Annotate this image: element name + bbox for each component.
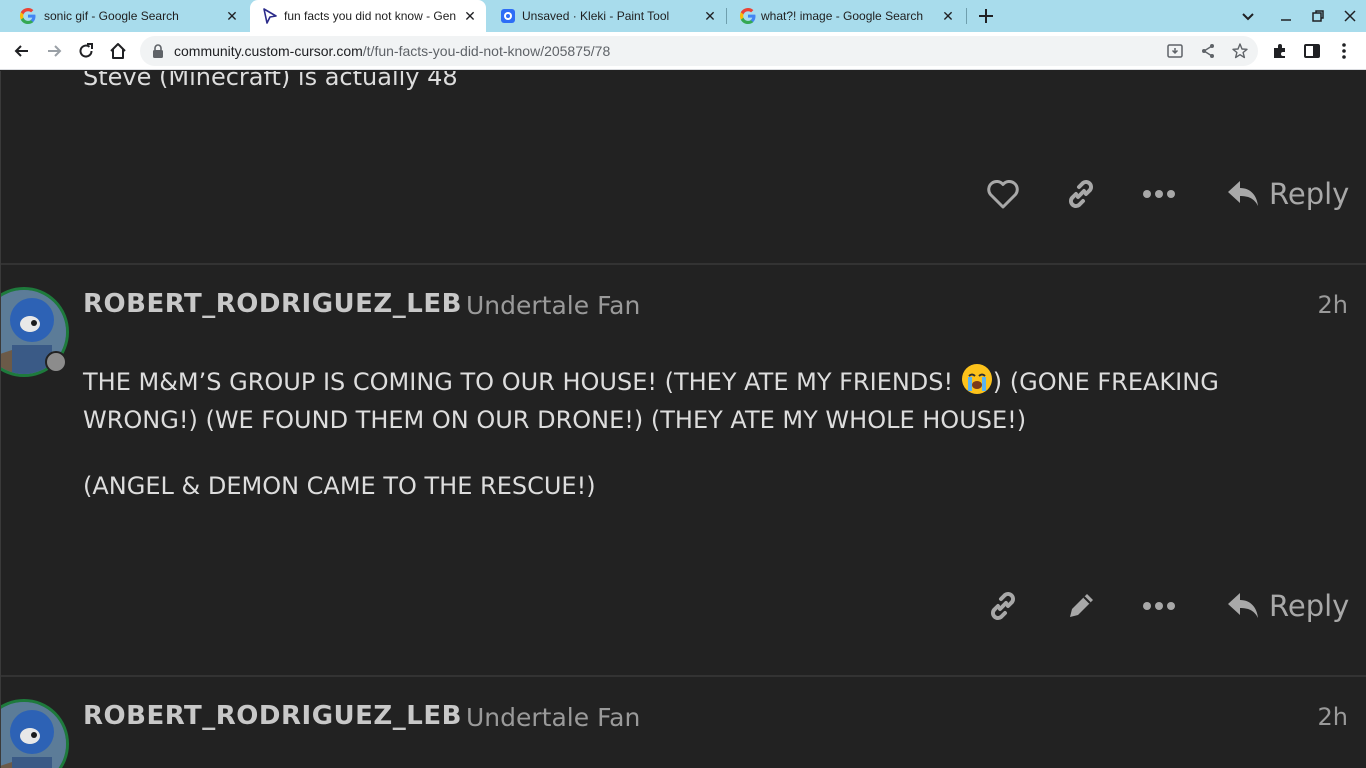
tab-sonic-gif[interactable]: sonic gif - Google Search ✕ (8, 0, 248, 32)
reply-button[interactable]: Reply (1227, 582, 1349, 630)
url-path: /t/fun-facts-you-did-not-know/205875/78 (362, 43, 611, 59)
post-username[interactable]: ROBERT_RODRIGUEZ_LEB (83, 701, 462, 731)
google-icon (740, 8, 756, 24)
reply-button[interactable]: Reply (1227, 170, 1349, 218)
tab-fun-facts[interactable]: fun facts you did not know - Gen ✕ (250, 0, 486, 32)
forward-icon[interactable] (44, 41, 64, 61)
lock-icon[interactable] (152, 44, 164, 58)
copy-link-button[interactable] (979, 582, 1027, 630)
share-icon[interactable] (1199, 42, 1217, 60)
post-date[interactable]: 2h (1318, 703, 1348, 731)
google-icon (20, 8, 36, 24)
more-actions-button[interactable] (1135, 582, 1183, 630)
close-icon[interactable]: ✕ (462, 8, 478, 24)
post-paragraph: THE M&M’S GROUP IS COMING TO OUR HOUSE! … (83, 363, 1313, 439)
tab-title: Unsaved · Kleki - Paint Tool (522, 9, 670, 23)
avatar[interactable] (1, 699, 69, 768)
new-tab-icon[interactable] (976, 6, 996, 26)
browser-toolbar: community.custom-cursor.com/t/fun-facts-… (0, 32, 1366, 70)
home-icon[interactable] (108, 41, 128, 61)
restore-icon[interactable] (1308, 6, 1328, 26)
link-icon (991, 592, 1015, 620)
page-content: Steve (Minecraft) is actually 48 Reply R… (0, 71, 1366, 768)
tab-kleki[interactable]: Unsaved · Kleki - Paint Tool ✕ (488, 0, 724, 32)
tab-separator (966, 8, 967, 24)
close-icon[interactable]: ✕ (224, 8, 240, 24)
heart-icon (987, 180, 1019, 209)
back-icon[interactable] (12, 41, 32, 61)
avatar-image (1, 702, 66, 768)
tab-what-image[interactable]: what?! image - Google Search ✕ (728, 0, 964, 32)
tab-title: fun facts you did not know - Gen (284, 9, 456, 23)
post-text: THE M&M’S GROUP IS COMING TO OUR HOUSE! … (83, 368, 961, 396)
close-icon[interactable]: ✕ (940, 8, 956, 24)
address-bar[interactable]: community.custom-cursor.com/t/fun-facts-… (140, 36, 1258, 66)
kleki-icon (501, 9, 515, 23)
post-user-title: Undertale Fan (466, 703, 641, 732)
previous-post-text: Steve (Minecraft) is actually 48 (83, 71, 458, 91)
bookmark-star-icon[interactable] (1231, 42, 1249, 60)
post-paragraph: (ANGEL & DEMON CAME TO THE RESCUE!) (83, 472, 596, 500)
previous-post-actions: Reply (979, 170, 1359, 218)
more-actions-button[interactable] (1135, 170, 1183, 218)
post-user-title: Undertale Fan (466, 291, 641, 320)
url-text[interactable]: community.custom-cursor.com/t/fun-facts-… (174, 43, 610, 59)
tab-separator (726, 8, 727, 24)
like-button[interactable] (979, 170, 1027, 218)
url-host: community.custom-cursor.com (174, 43, 363, 59)
reply-label: Reply (1269, 177, 1350, 211)
install-app-icon[interactable] (1166, 42, 1184, 60)
tab-title: sonic gif - Google Search (44, 9, 179, 23)
copy-link-button[interactable] (1057, 170, 1105, 218)
loudly-crying-face-emoji (961, 364, 992, 394)
tab-strip: sonic gif - Google Search ✕ fun facts yo… (0, 0, 1366, 32)
post-username[interactable]: ROBERT_RODRIGUEZ_LEB (83, 289, 462, 319)
reply-arrow-icon (1228, 593, 1258, 618)
close-icon[interactable]: ✕ (702, 8, 718, 24)
side-panel-icon[interactable] (1302, 41, 1322, 61)
flair-badge (45, 351, 67, 373)
close-window-icon[interactable] (1340, 6, 1360, 26)
reply-arrow-icon (1228, 181, 1258, 206)
post-actions: Reply (979, 582, 1359, 630)
post-date[interactable]: 2h (1318, 291, 1348, 319)
minimize-icon[interactable] (1276, 6, 1296, 26)
cursor-icon (263, 8, 277, 24)
edit-button[interactable] (1057, 582, 1105, 630)
tab-search-chevron-icon[interactable] (1238, 6, 1258, 26)
browser-menu-icon[interactable] (1334, 41, 1354, 61)
reply-label: Reply (1269, 589, 1350, 623)
ellipsis-icon (1143, 602, 1175, 610)
ellipsis-icon (1143, 190, 1175, 198)
post: ROBERT_RODRIGUEZ_LEB Undertale Fan 2h (1, 677, 1366, 768)
pencil-icon (1070, 594, 1093, 617)
tab-title: what?! image - Google Search (761, 9, 924, 23)
post: ROBERT_RODRIGUEZ_LEB Undertale Fan 2h TH… (1, 265, 1366, 677)
extensions-icon[interactable] (1270, 41, 1290, 61)
reload-icon[interactable] (76, 41, 96, 61)
link-icon (1069, 180, 1093, 208)
